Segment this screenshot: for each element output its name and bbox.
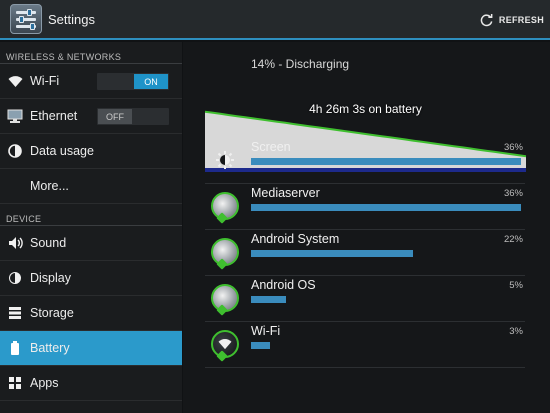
list-item-wifi[interactable]: Wi-Fi 3% bbox=[205, 322, 525, 368]
usage-bar-fill bbox=[251, 296, 287, 303]
storage-icon bbox=[7, 305, 23, 321]
section-header-wireless: WIRELESS & NETWORKS bbox=[0, 42, 182, 64]
usage-bar bbox=[251, 296, 521, 303]
battery-time-label: 4h 26m 3s on battery bbox=[309, 102, 422, 116]
sidebar-item-label: Apps bbox=[30, 376, 59, 390]
sidebar-item-data-usage[interactable]: Data usage bbox=[0, 134, 182, 169]
list-item-android-system[interactable]: Android System 22% bbox=[205, 230, 525, 276]
usage-bar-fill bbox=[251, 158, 521, 165]
usage-bar bbox=[251, 204, 521, 211]
sidebar-item-more[interactable]: More... bbox=[0, 169, 182, 204]
sidebar-item-ethernet[interactable]: Ethernet OFF bbox=[0, 99, 182, 134]
sidebar-item-label: Ethernet bbox=[30, 109, 78, 123]
app-name: Android OS bbox=[251, 278, 316, 292]
app-name: Android System bbox=[251, 232, 340, 246]
wifi-toggle[interactable]: ON bbox=[97, 73, 169, 90]
brightness-icon bbox=[210, 145, 240, 175]
wifi-app-icon bbox=[210, 329, 240, 359]
sidebar-item-label: Battery bbox=[30, 341, 70, 355]
sidebar-item-label: Storage bbox=[30, 306, 74, 320]
settings-app-icon[interactable] bbox=[10, 4, 42, 34]
ethernet-toggle[interactable]: OFF bbox=[97, 108, 169, 125]
data-usage-icon bbox=[7, 143, 23, 159]
sidebar-item-display[interactable]: Display bbox=[0, 261, 182, 296]
sidebar-item-label: Wi-Fi bbox=[30, 74, 60, 88]
sidebar-item-battery[interactable]: Battery bbox=[0, 331, 182, 366]
refresh-button[interactable]: REFRESH bbox=[479, 10, 544, 30]
list-item-mediaserver[interactable]: Mediaserver 36% bbox=[205, 184, 525, 230]
android-icon bbox=[210, 191, 240, 221]
app-percent: 36% bbox=[503, 142, 523, 153]
sidebar-item-label: Sound bbox=[30, 236, 67, 250]
sidebar-item-label: More... bbox=[30, 179, 69, 193]
sidebar-item-apps[interactable]: Apps bbox=[0, 366, 182, 401]
page-title: Settings bbox=[48, 12, 95, 27]
list-item-screen[interactable]: Screen 36% bbox=[205, 138, 525, 184]
sound-icon bbox=[7, 235, 23, 251]
apps-icon bbox=[7, 375, 23, 391]
usage-bar bbox=[251, 342, 521, 349]
display-icon bbox=[7, 270, 23, 286]
android-icon bbox=[210, 237, 240, 267]
refresh-label: REFRESH bbox=[498, 15, 544, 25]
usage-bar-fill bbox=[251, 204, 521, 211]
sidebar-item-label: Data usage bbox=[30, 144, 94, 158]
action-bar: Settings REFRESH bbox=[0, 0, 550, 40]
sidebar-item-label: Display bbox=[30, 271, 71, 285]
list-item-android-os[interactable]: Android OS 5% bbox=[205, 276, 525, 322]
app-percent: 36% bbox=[503, 188, 523, 199]
usage-bar bbox=[251, 158, 521, 165]
battery-status: 14% - Discharging bbox=[251, 57, 350, 71]
app-percent: 22% bbox=[503, 234, 523, 245]
android-icon bbox=[210, 283, 240, 313]
usage-bar-fill bbox=[251, 342, 270, 349]
app-name: Screen bbox=[251, 140, 291, 154]
wifi-icon bbox=[7, 73, 23, 89]
usage-bar bbox=[251, 250, 521, 257]
section-header-device: DEVICE bbox=[0, 204, 182, 226]
sidebar-item-sound[interactable]: Sound bbox=[0, 226, 182, 261]
app-percent: 5% bbox=[509, 280, 523, 291]
app-name: Wi-Fi bbox=[251, 324, 281, 338]
settings-sidebar: WIRELESS & NETWORKS Wi-Fi ON Ethernet OF… bbox=[0, 42, 182, 413]
ethernet-icon bbox=[7, 108, 23, 124]
sidebar-item-storage[interactable]: Storage bbox=[0, 296, 182, 331]
wifi-toggle-state: ON bbox=[134, 74, 168, 89]
sidebar-item-wifi[interactable]: Wi-Fi ON bbox=[0, 64, 182, 99]
battery-panel: 14% - Discharging 4h 26m 3s on battery S… bbox=[183, 42, 550, 413]
app-name: Mediaserver bbox=[251, 186, 320, 200]
refresh-icon bbox=[480, 13, 493, 26]
ethernet-toggle-state: OFF bbox=[98, 109, 132, 124]
battery-icon bbox=[7, 340, 23, 356]
usage-bar-fill bbox=[251, 250, 413, 257]
app-percent: 3% bbox=[509, 326, 523, 337]
